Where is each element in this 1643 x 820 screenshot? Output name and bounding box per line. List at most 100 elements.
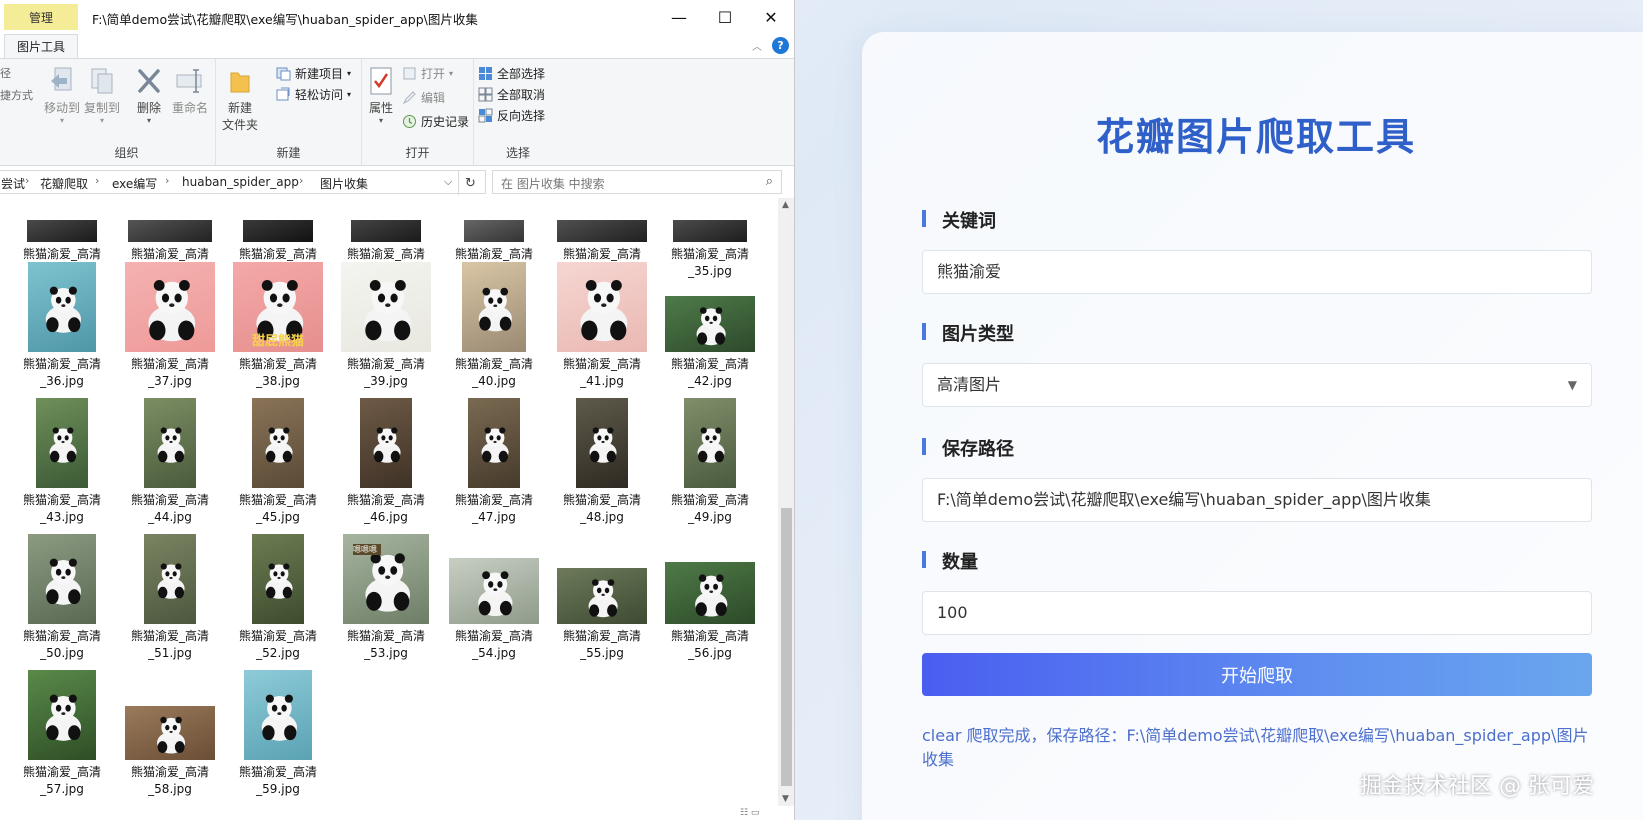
file-name[interactable]: 熊猫渝爱_高清 [12, 492, 112, 509]
file-thumbnail[interactable] [144, 398, 196, 488]
file-name-suffix[interactable]: _37.jpg [120, 373, 220, 390]
file-thumbnail[interactable] [462, 262, 526, 352]
file-name[interactable]: 熊猫渝爱_高清 [660, 356, 760, 373]
close-button[interactable]: ✕ [748, 0, 794, 34]
refresh-icon[interactable]: ↻ [458, 171, 482, 195]
edit-button[interactable]: 编辑 [402, 89, 445, 106]
file-name-suffix[interactable]: _40.jpg [444, 373, 544, 390]
file-thumbnail[interactable] [27, 220, 97, 242]
new-folder-button[interactable]: 新建 文件夹 [222, 65, 258, 133]
file-thumbnail[interactable] [557, 568, 647, 624]
file-name-suffix[interactable]: _55.jpg [552, 645, 652, 662]
file-name[interactable]: 熊猫渝爱_高清 [12, 764, 112, 781]
file-name-suffix[interactable]: _51.jpg [120, 645, 220, 662]
chevron-right-icon[interactable]: › [25, 174, 29, 187]
count-field[interactable]: 100 [922, 591, 1592, 635]
file-thumbnail[interactable] [449, 558, 539, 624]
file-name[interactable]: 熊猫渝爱_高清 [12, 246, 112, 263]
file-thumbnail[interactable] [28, 262, 96, 352]
file-name-suffix[interactable]: _36.jpg [12, 373, 112, 390]
file-name[interactable]: 熊猫渝爱_高清 [120, 492, 220, 509]
file-name[interactable]: 熊猫渝爱_高清 [336, 492, 436, 509]
file-name-suffix[interactable]: _54.jpg [444, 645, 544, 662]
file-name-suffix[interactable]: _53.jpg [336, 645, 436, 662]
file-thumbnail[interactable]: 甜屁熊猫 [233, 262, 323, 352]
file-name-suffix[interactable]: _35.jpg [660, 263, 760, 280]
file-name-suffix[interactable]: _46.jpg [336, 509, 436, 526]
file-name-suffix[interactable]: _38.jpg [228, 373, 328, 390]
breadcrumb[interactable]: 尝试 › 花瓣爬取 › exe编写 › huaban_spider_app › … [0, 170, 486, 195]
file-name-suffix[interactable]: _52.jpg [228, 645, 328, 662]
file-name-suffix[interactable]: _50.jpg [12, 645, 112, 662]
easy-access-button[interactable]: 轻松访问 ▾ [276, 86, 351, 103]
file-name[interactable]: 熊猫渝爱_高清 [336, 628, 436, 645]
file-name[interactable]: 熊猫渝爱_高清 [120, 246, 220, 263]
scrollbar-thumb[interactable] [781, 508, 792, 786]
file-name[interactable]: 熊猫渝爱_高清 [660, 492, 760, 509]
file-name[interactable]: 熊猫渝爱_高清 [228, 764, 328, 781]
collapse-ribbon-icon[interactable]: ︿ [752, 38, 762, 53]
maximize-button[interactable]: ☐ [702, 0, 748, 34]
file-thumbnail[interactable] [252, 398, 304, 488]
file-name-suffix[interactable]: _42.jpg [660, 373, 760, 390]
history-button[interactable]: 历史记录 [402, 113, 469, 130]
file-name[interactable]: 熊猫渝爱_高清 [120, 356, 220, 373]
select-none-button[interactable]: 全部取消 [478, 86, 545, 103]
file-thumbnail[interactable] [665, 296, 755, 352]
tab-picture-tools[interactable]: 图片工具 [4, 34, 78, 58]
move-to-button[interactable]: 移动到 ▾ [44, 65, 80, 125]
copy-to-button[interactable]: 复制到 ▾ [84, 65, 120, 125]
view-toggle-icon[interactable]: ☷ ▭ [740, 808, 759, 818]
help-icon[interactable]: ? [772, 37, 789, 54]
breadcrumb-item[interactable]: huaban_spider_app [182, 175, 299, 189]
file-name-suffix[interactable]: _39.jpg [336, 373, 436, 390]
file-name-suffix[interactable]: _49.jpg [660, 509, 760, 526]
file-name[interactable]: 熊猫渝爱_高清 [228, 246, 328, 263]
minimize-button[interactable]: — [656, 0, 702, 34]
file-thumbnail[interactable] [665, 562, 755, 624]
file-thumbnail[interactable] [576, 398, 628, 488]
file-thumbnail[interactable] [351, 220, 421, 242]
chevron-right-icon[interactable]: › [95, 174, 99, 187]
file-thumbnail[interactable] [28, 670, 96, 760]
file-name[interactable]: 熊猫渝爱_高清 [12, 628, 112, 645]
file-name[interactable]: 熊猫渝爱_高清 [12, 356, 112, 373]
file-thumbnail[interactable] [244, 670, 312, 760]
file-thumbnail[interactable] [684, 398, 736, 488]
keyword-field[interactable]: 熊猫渝爱 [922, 250, 1592, 294]
file-name-suffix[interactable]: _45.jpg [228, 509, 328, 526]
file-name[interactable]: 熊猫渝爱_高清 [660, 628, 760, 645]
file-thumbnail[interactable] [252, 534, 304, 624]
file-name[interactable]: 熊猫渝爱_高清 [336, 246, 436, 263]
file-name-suffix[interactable]: _44.jpg [120, 509, 220, 526]
file-name[interactable]: 熊猫渝爱_高清 [660, 246, 760, 263]
file-thumbnail[interactable] [468, 398, 520, 488]
file-name[interactable]: 熊猫渝爱_高清 [552, 492, 652, 509]
search-icon[interactable]: ⌕ [766, 174, 773, 189]
file-name-suffix[interactable]: _47.jpg [444, 509, 544, 526]
manage-context-tab[interactable]: 管理 [4, 4, 78, 30]
file-name[interactable]: 熊猫渝爱_高清 [120, 764, 220, 781]
file-name[interactable]: 熊猫渝爱_高清 [552, 628, 652, 645]
file-name-suffix[interactable]: _43.jpg [12, 509, 112, 526]
file-name-suffix[interactable]: _56.jpg [660, 645, 760, 662]
file-thumbnail[interactable] [28, 534, 96, 624]
file-thumbnail[interactable] [243, 220, 313, 242]
scroll-up-icon[interactable]: ▲ [782, 200, 789, 210]
file-name[interactable]: 熊猫渝爱_高清 [444, 246, 544, 263]
file-thumbnail[interactable] [125, 706, 215, 760]
file-name[interactable]: 熊猫渝爱_高清 [552, 246, 652, 263]
file-thumbnail[interactable] [144, 534, 196, 624]
chevron-right-icon[interactable]: › [299, 174, 303, 187]
breadcrumb-item[interactable]: 花瓣爬取 [40, 175, 88, 192]
properties-button[interactable]: 属性 ▾ [366, 65, 396, 125]
image-type-select[interactable]: 高清图片 ▼ [922, 363, 1592, 407]
file-thumbnail[interactable] [360, 398, 412, 488]
file-thumbnail[interactable] [125, 262, 215, 352]
file-name[interactable]: 熊猫渝爱_高清 [552, 356, 652, 373]
file-thumbnail[interactable] [557, 262, 647, 352]
file-name[interactable]: 熊猫渝爱_高清 [228, 356, 328, 373]
file-thumbnail[interactable] [36, 398, 88, 488]
scroll-down-icon[interactable]: ▼ [782, 794, 789, 804]
file-name[interactable]: 熊猫渝爱_高清 [336, 356, 436, 373]
